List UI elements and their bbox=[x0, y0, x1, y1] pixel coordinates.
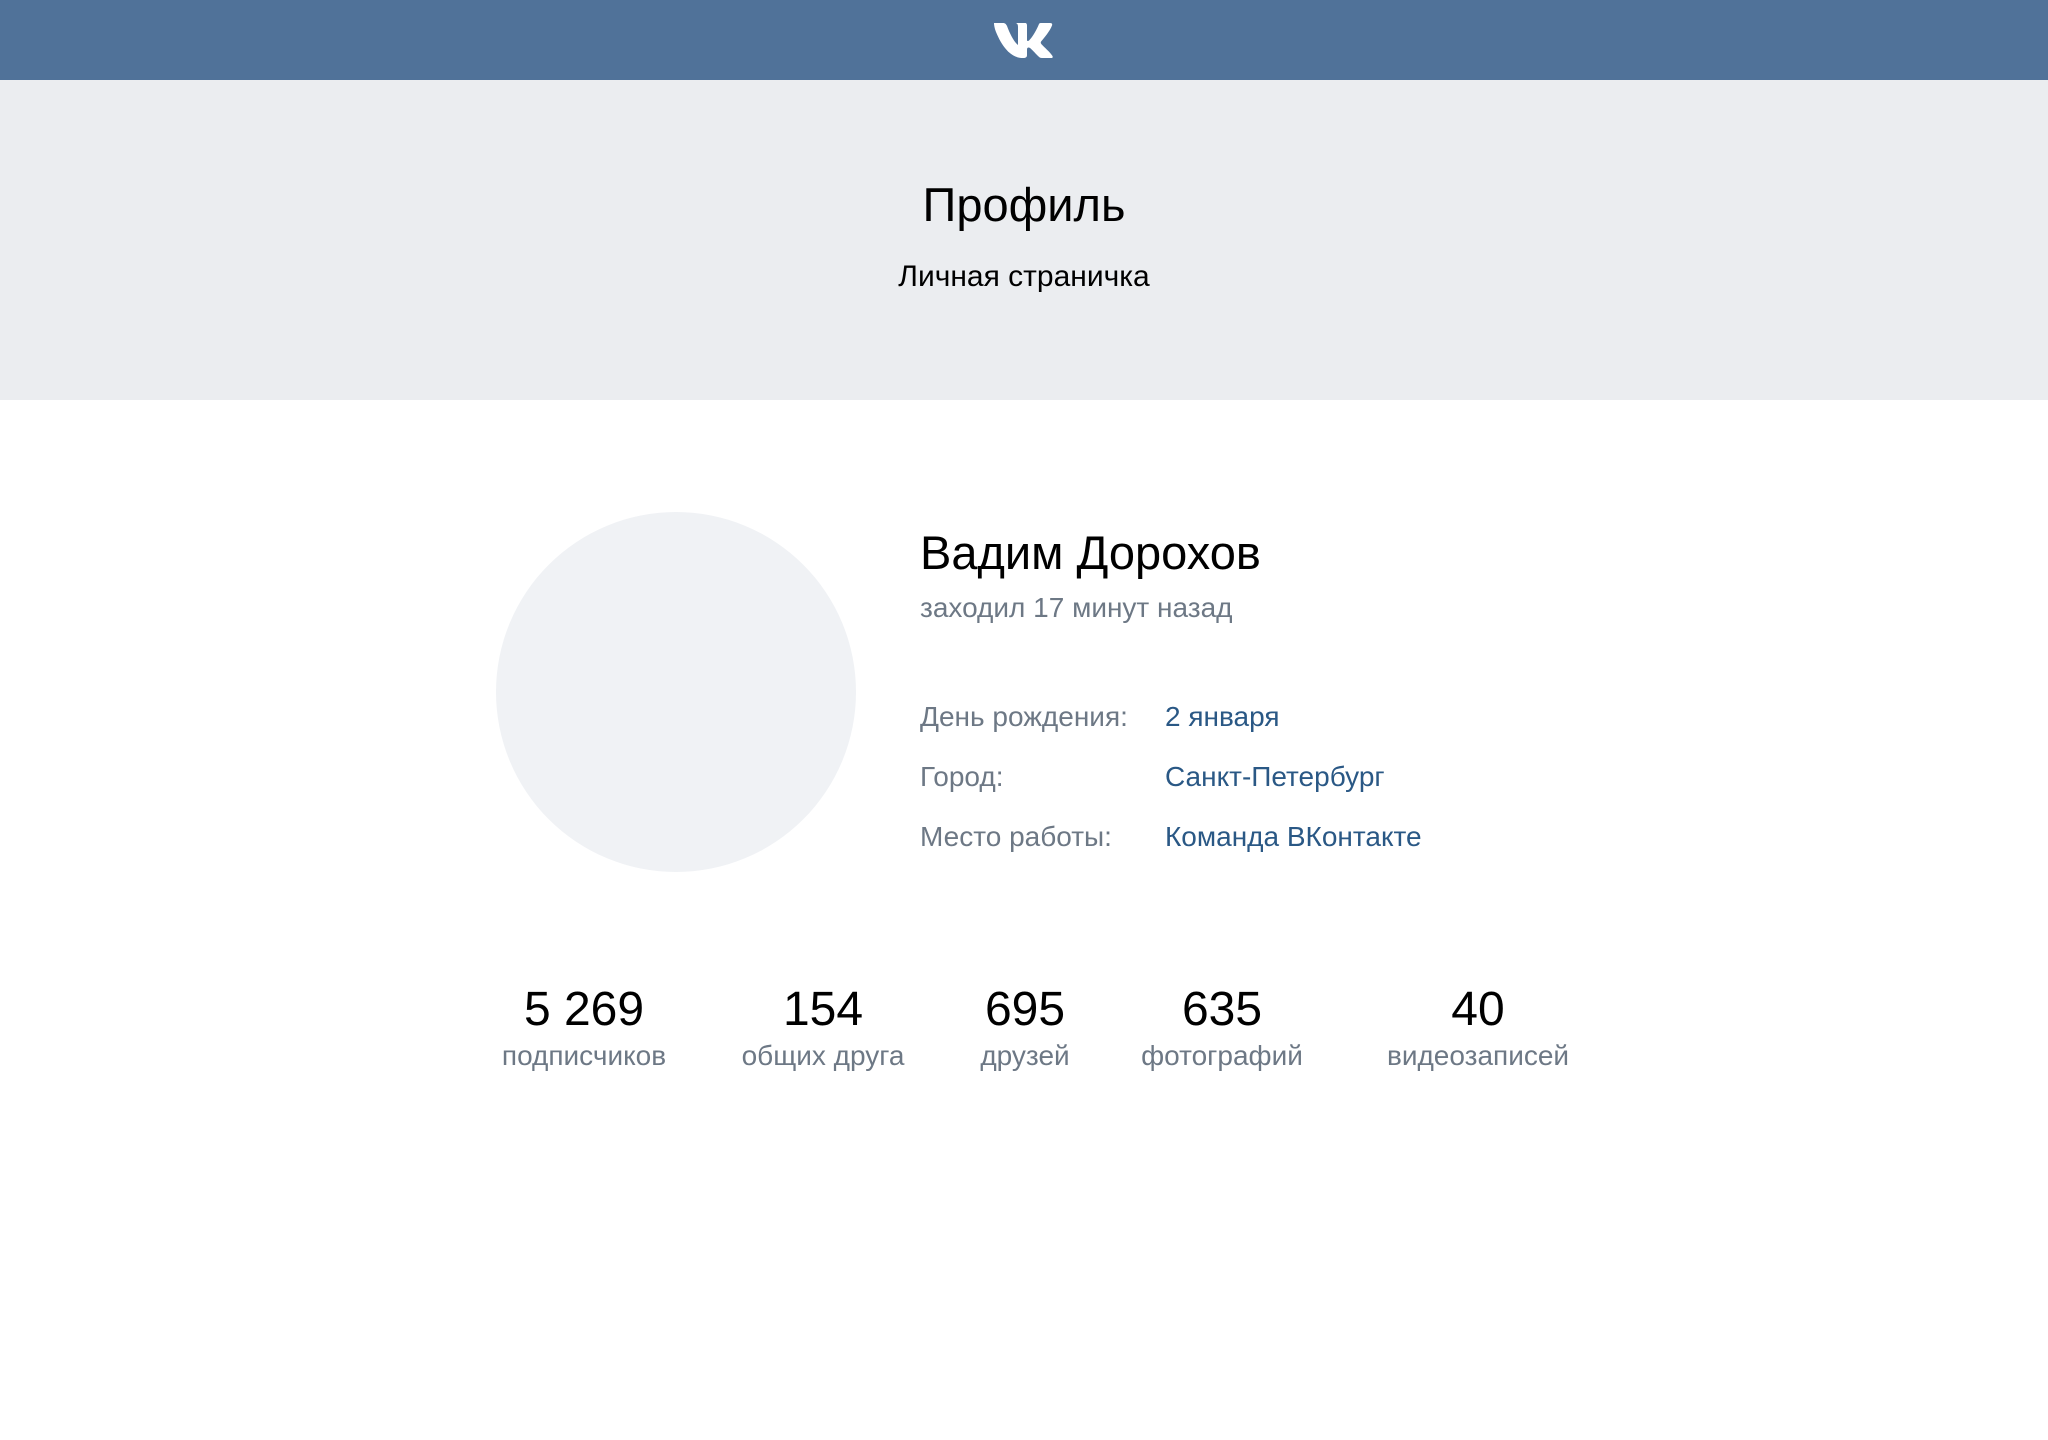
counter-followers[interactable]: 5 269 подписчиков bbox=[484, 982, 684, 1074]
counter-friends[interactable]: 695 друзей bbox=[960, 982, 1090, 1074]
counter-caption: подписчиков bbox=[501, 1040, 667, 1071]
profile-header: Профиль Личная страничка bbox=[0, 80, 2048, 400]
counter-videos[interactable]: 40 видеозаписей bbox=[1370, 982, 1586, 1074]
birthday-link[interactable]: 2 января bbox=[1165, 697, 1280, 737]
birthday-label: День рождения: bbox=[920, 701, 1128, 732]
page-title: Профиль bbox=[922, 178, 1126, 231]
vk-logo-icon[interactable] bbox=[992, 19, 1056, 59]
city-label: Город: bbox=[920, 761, 1004, 792]
city-link[interactable]: Санкт-Петербург bbox=[1165, 757, 1385, 797]
page-subtitle: Личная страничка bbox=[898, 260, 1150, 293]
counter-caption: видеозаписей bbox=[1386, 1040, 1570, 1071]
counter-value: 5 269 bbox=[523, 983, 645, 1036]
top-bar bbox=[0, 0, 2048, 80]
counter-value: 154 bbox=[782, 983, 864, 1036]
work-label: Место работы: bbox=[920, 821, 1112, 852]
avatar[interactable] bbox=[496, 512, 856, 872]
work-link[interactable]: Команда ВКонтакте bbox=[1165, 817, 1422, 857]
counter-value: 40 bbox=[1451, 983, 1505, 1036]
counter-caption: общих друга bbox=[741, 1040, 905, 1071]
last-seen-status: заходил 17 минут назад bbox=[920, 592, 1233, 623]
counter-value: 635 bbox=[1181, 983, 1263, 1036]
counter-photos[interactable]: 635 фотографий bbox=[1122, 982, 1322, 1074]
counter-mutual-friends[interactable]: 154 общих друга bbox=[733, 982, 913, 1074]
counter-caption: друзей bbox=[980, 1040, 1070, 1071]
counter-caption: фотографий bbox=[1141, 1040, 1303, 1071]
profile-name: Вадим Дорохов bbox=[920, 526, 1261, 579]
counter-value: 695 bbox=[984, 983, 1066, 1036]
